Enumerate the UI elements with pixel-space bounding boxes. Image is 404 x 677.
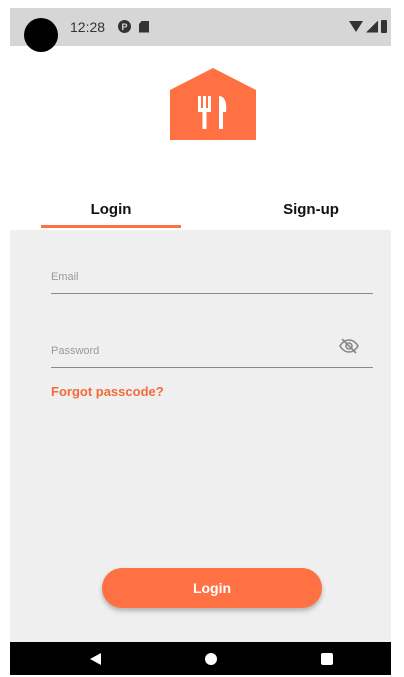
tab-login[interactable]: Login — [41, 188, 181, 230]
sd-card-icon — [139, 20, 149, 33]
password-field-wrapper — [51, 324, 373, 368]
status-icons-right — [349, 20, 387, 33]
forgot-passcode-link[interactable]: Forgot passcode? — [51, 384, 164, 399]
login-button[interactable]: Login — [102, 568, 322, 608]
email-field[interactable] — [51, 250, 373, 293]
recents-icon[interactable] — [321, 653, 333, 665]
camera-cutout — [24, 18, 58, 52]
signal-icon — [366, 20, 378, 33]
email-field-wrapper — [51, 250, 373, 294]
login-form: Forgot passcode? Login — [10, 230, 391, 642]
active-tab-indicator — [41, 225, 181, 228]
app-screen: 12:28 P Login Sign-up Email Forgot passc… — [10, 8, 391, 675]
status-bar: 12:28 P — [10, 8, 391, 52]
back-icon[interactable] — [90, 653, 101, 665]
password-field[interactable] — [51, 324, 373, 367]
wifi-icon — [349, 21, 363, 32]
status-icons-left: P — [118, 20, 149, 33]
home-icon[interactable] — [205, 653, 217, 665]
p-notification-icon: P — [118, 20, 131, 33]
eye-off-icon[interactable] — [339, 338, 359, 354]
status-time: 12:28 — [70, 19, 106, 35]
tab-sign-up[interactable]: Sign-up — [241, 188, 381, 230]
battery-icon — [381, 20, 387, 33]
system-nav-bar — [10, 642, 391, 675]
auth-tabs: Login Sign-up — [10, 188, 391, 230]
fork-knife-house-icon — [170, 68, 256, 140]
